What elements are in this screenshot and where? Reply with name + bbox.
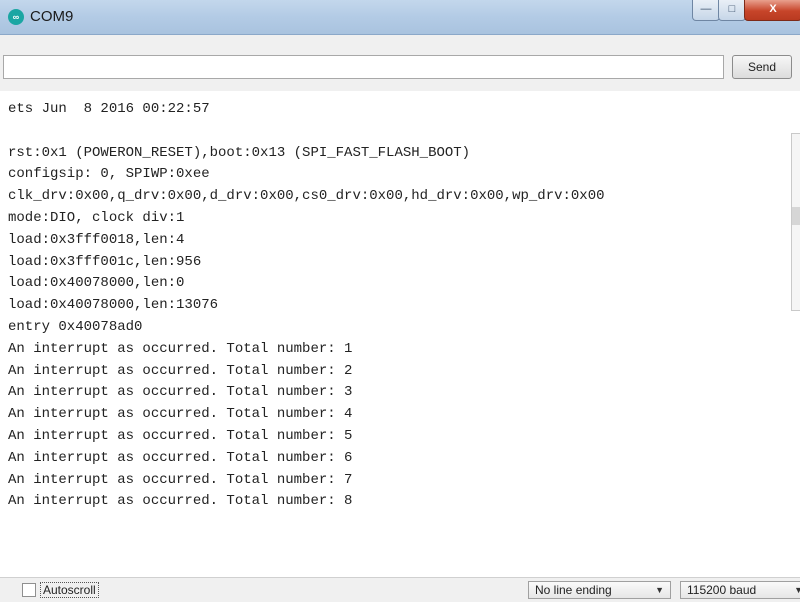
console-line: clk_drv:0x00,q_drv:0x00,d_drv:0x00,cs0_d… (8, 188, 605, 205)
send-button[interactable]: Send (732, 55, 792, 79)
chevron-down-icon: ▼ (655, 585, 664, 595)
console-line: An interrupt as occurred. Total number: … (8, 427, 353, 444)
console-line: entry 0x40078ad0 (8, 318, 143, 335)
maximize-button[interactable]: □ (718, 0, 746, 21)
console-line: load:0x40078000,len:13076 (8, 297, 219, 314)
serial-output[interactable]: ets Jun 8 2016 00:22:57 rst:0x1 (POWERON_… (0, 91, 800, 577)
console-line: An interrupt as occurred. Total number: … (8, 362, 353, 379)
baud-rate-select[interactable]: 115200 baud ▼ (680, 581, 800, 599)
line-ending-select[interactable]: No line ending ▼ (528, 581, 671, 599)
console-line: An interrupt as occurred. Total number: … (8, 449, 353, 466)
output-lines: ets Jun 8 2016 00:22:57 rst:0x1 (POWERON_… (8, 99, 605, 513)
close-button[interactable]: X (744, 0, 800, 21)
console-line: rst:0x1 (POWERON_RESET),boot:0x13 (SPI_F… (8, 144, 471, 161)
send-input[interactable] (3, 55, 724, 79)
title-bar[interactable]: ∞ COM9 — □ X (0, 0, 800, 35)
console-line: mode:DIO, clock div:1 (8, 209, 185, 226)
line-ending-value: No line ending (535, 583, 612, 597)
autoscroll-label[interactable]: Autoscroll (40, 582, 99, 598)
minimize-button[interactable]: — (692, 0, 720, 21)
chevron-down-icon: ▼ (794, 585, 800, 595)
console-line: load:0x40078000,len:0 (8, 275, 185, 292)
vertical-scrollbar[interactable] (791, 133, 800, 311)
console-line: An interrupt as occurred. Total number: … (8, 384, 353, 401)
send-toolbar: Send (0, 35, 800, 91)
autoscroll-checkbox[interactable] (22, 583, 36, 597)
arduino-icon: ∞ (8, 9, 24, 25)
console-line: An interrupt as occurred. Total number: … (8, 493, 353, 510)
console-line: load:0x3fff001c,len:956 (8, 253, 202, 270)
scrollbar-thumb[interactable] (792, 207, 800, 225)
console-line: load:0x3fff0018,len:4 (8, 231, 185, 248)
console-line: An interrupt as occurred. Total number: … (8, 406, 353, 423)
console-line: configsip: 0, SPIWP:0xee (8, 166, 210, 183)
console-line: ets Jun 8 2016 00:22:57 (8, 101, 210, 117)
baud-rate-value: 115200 baud (687, 583, 757, 597)
status-bar: Autoscroll No line ending ▼ 115200 baud … (0, 577, 800, 602)
window-title: COM9 (30, 8, 74, 25)
console-line: An interrupt as occurred. Total number: … (8, 340, 353, 357)
console-line: An interrupt as occurred. Total number: … (8, 471, 353, 488)
